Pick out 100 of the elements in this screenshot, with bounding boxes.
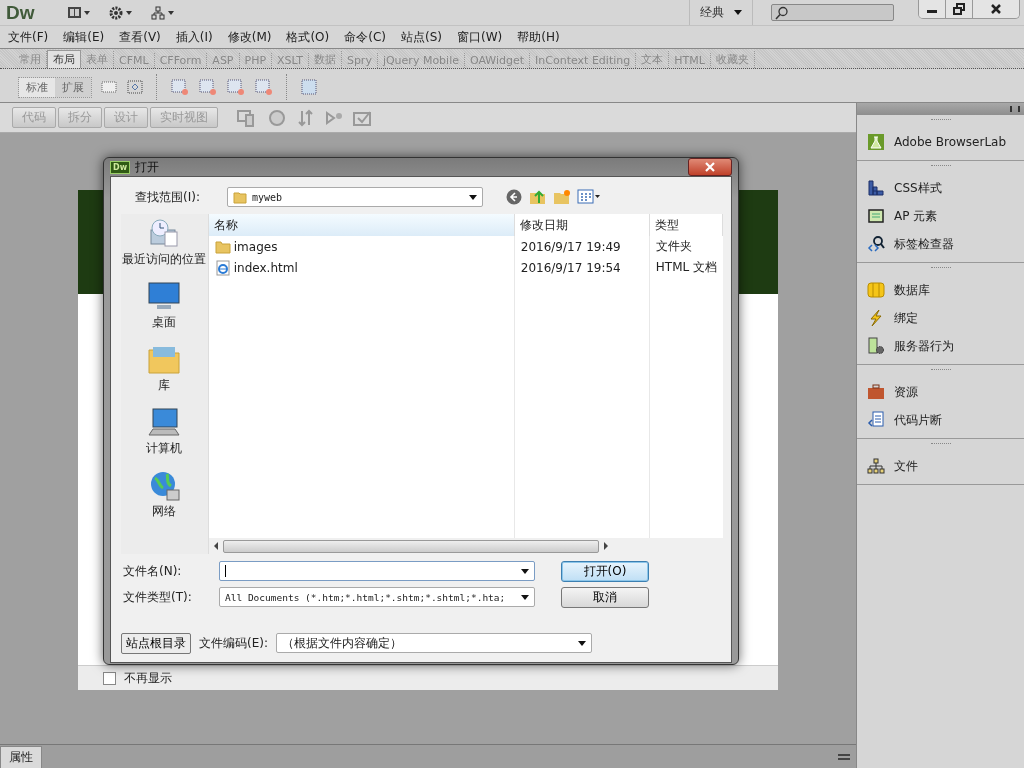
open-button[interactable]: 打开(O) [561, 560, 649, 582]
menu-item[interactable]: 查看(V) [119, 28, 161, 46]
dialog-title: 打开 [135, 158, 160, 176]
layer-icon [867, 207, 885, 225]
restore-button[interactable] [946, 0, 973, 18]
caret-icon [469, 194, 477, 200]
panel-item[interactable]: 标签检查器 [857, 230, 1024, 258]
close-button[interactable] [973, 0, 1019, 18]
grid-icon[interactable] [300, 78, 318, 96]
file-name-cell[interactable]: index.html [208, 259, 515, 276]
briefcase-icon [867, 383, 885, 401]
menu-item[interactable]: 格式(O) [286, 28, 330, 46]
horizontal-scrollbar[interactable] [208, 538, 723, 554]
properties-tab[interactable]: 属性 [0, 746, 42, 768]
search-field[interactable] [771, 4, 894, 21]
folder-icon [214, 239, 231, 254]
place-item[interactable]: 库 [147, 344, 182, 393]
look-in-dropdown[interactable]: myweb [227, 187, 483, 207]
div-insert-icon[interactable] [254, 78, 274, 96]
mode-button[interactable]: 标准 [19, 77, 55, 97]
file-name-field[interactable] [219, 561, 535, 581]
panel-item[interactable]: 文件 [857, 452, 1024, 480]
look-in-label: 查找范围(I): [134, 188, 201, 206]
lightning-icon [867, 309, 885, 327]
panel-item[interactable]: 代码片断 [857, 406, 1024, 434]
insert-tab[interactable]: 布局 [47, 50, 81, 68]
table-icon[interactable] [100, 79, 118, 95]
panel-item[interactable]: CSS样式 [857, 174, 1024, 202]
panel-item[interactable]: 资源 [857, 378, 1024, 406]
caret-icon [734, 10, 742, 15]
checkbox[interactable] [103, 671, 116, 685]
site-root-button[interactable]: 站点根目录 [121, 632, 191, 654]
menu-item[interactable]: 命令(C) [344, 28, 386, 46]
file-name-cell[interactable]: images [208, 239, 515, 254]
menu-item[interactable]: 插入(I) [175, 28, 213, 46]
restore-icon [953, 3, 965, 15]
magnifier-icon [867, 235, 885, 253]
back-icon[interactable] [505, 188, 523, 206]
panel-item[interactable]: Adobe BrowserLab [857, 128, 1024, 156]
panel-item[interactable]: AP 元素 [857, 202, 1024, 230]
collapse-icon[interactable] [1010, 106, 1020, 112]
gear-icon[interactable] [108, 5, 133, 20]
menu-item[interactable]: 帮助(H) [517, 28, 560, 46]
folder-up-icon[interactable] [529, 188, 547, 206]
workspace-dropdown[interactable]: 经典 [689, 0, 753, 25]
scroll-right-icon[interactable] [602, 542, 609, 550]
div-insert-icon[interactable] [170, 78, 190, 96]
file-name-label: 文件名(N): [122, 562, 183, 580]
date-cell-text: 2016/9/17 19:54 [519, 260, 622, 275]
blocks-icon [867, 179, 885, 197]
view-menu-icon[interactable] [577, 188, 601, 206]
cancel-button[interactable]: 取消 [561, 586, 649, 608]
search-icon [775, 5, 789, 20]
panel-item[interactable]: 数据库 [857, 276, 1024, 304]
close-icon [990, 3, 1002, 15]
site-tree-icon [867, 457, 885, 475]
menu-item[interactable]: 编辑(E) [63, 28, 105, 46]
type-cell-text: 文件夹 [654, 238, 693, 255]
type-cell-text: HTML 文档 [654, 259, 718, 276]
close-button[interactable] [688, 158, 732, 176]
code-document-icon [867, 411, 885, 429]
computer-icon [147, 407, 182, 439]
database-icon [867, 281, 885, 299]
panel-item[interactable]: 绑定 [857, 304, 1024, 332]
menu-item[interactable]: 修改(M) [227, 28, 272, 46]
minimize-button[interactable] [919, 0, 946, 18]
place-item[interactable]: 网络 [147, 470, 182, 519]
caret-icon [578, 640, 586, 646]
flask-icon [867, 133, 885, 151]
app-icon: Dw [110, 160, 131, 174]
panel-menu-icon[interactable] [838, 754, 850, 760]
caret-icon [521, 568, 529, 574]
caret-icon [521, 594, 529, 600]
menu-item[interactable]: 文件(F) [8, 28, 49, 46]
div-insert-icon[interactable] [198, 78, 218, 96]
html-file-icon [214, 259, 231, 276]
column-header[interactable]: 名称 [208, 214, 515, 236]
scroll-left-icon[interactable] [212, 542, 219, 550]
mode-button[interactable]: 扩展 [55, 77, 91, 97]
folder-icon [233, 190, 247, 204]
checkbox-label: 不再显示 [124, 669, 172, 687]
close-icon [704, 162, 716, 172]
menu-item[interactable]: 窗口(W) [456, 28, 503, 46]
server-gear-icon [867, 337, 885, 355]
encoding-dropdown[interactable]: （根据文件内容确定） [276, 633, 592, 653]
site-icon[interactable] [150, 5, 175, 20]
frame-icon[interactable] [126, 79, 144, 95]
div-insert-icon[interactable] [226, 78, 246, 96]
file-type-dropdown[interactable]: All Documents (*.htm;*.html;*.shtm;*.shtml;*.hta; [219, 587, 535, 607]
file-type-label: 文件类型(T): [122, 588, 193, 606]
encoding-label: 文件编码(E): [199, 634, 268, 652]
place-item[interactable]: 最近访问的位置 [122, 218, 207, 267]
place-item[interactable]: 计算机 [146, 407, 183, 456]
place-item[interactable]: 桌面 [147, 281, 182, 330]
library-icon [147, 344, 182, 376]
menu-item[interactable]: 站点(S) [401, 28, 442, 46]
layout-icon[interactable] [66, 5, 91, 20]
new-folder-icon[interactable] [553, 188, 571, 206]
panel-item[interactable]: 服务器行为 [857, 332, 1024, 360]
date-cell-text: 2016/9/17 19:49 [519, 239, 622, 254]
